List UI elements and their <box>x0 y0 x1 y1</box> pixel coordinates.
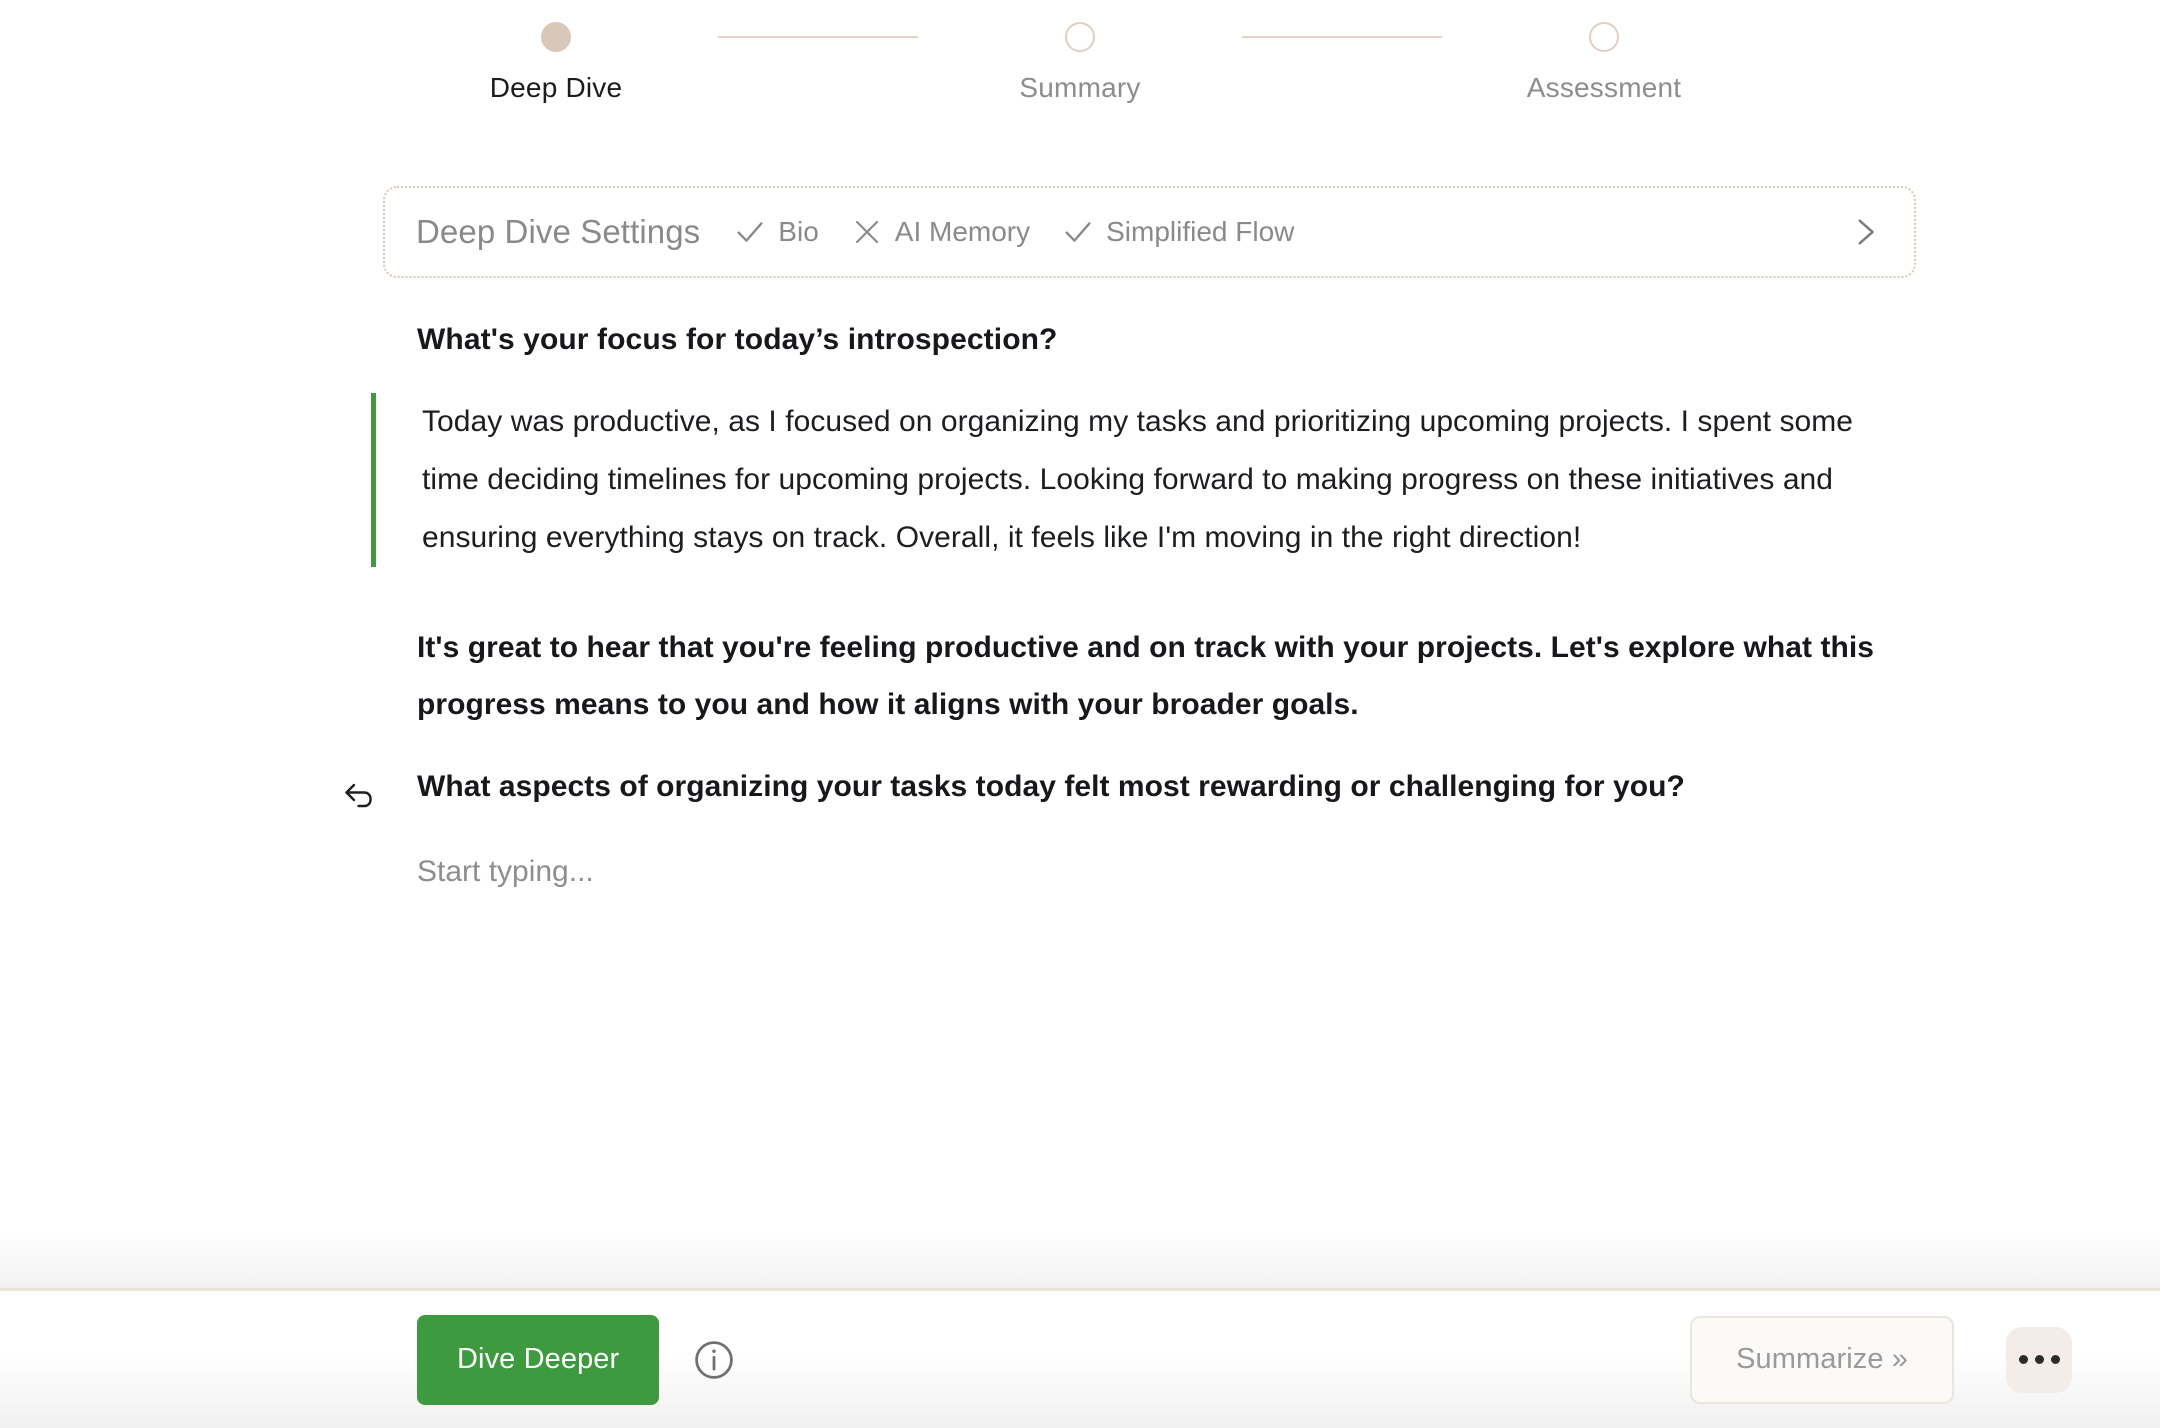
journal-entry-text: Today was productive, as I focused on or… <box>422 405 1854 554</box>
stepper-connector-1 <box>718 36 918 38</box>
page-title: What's your focus for today’s introspect… <box>417 323 1058 356</box>
more-dot <box>2034 1355 2044 1364</box>
stepper-connector-2 <box>1242 36 1442 38</box>
deep-dive-settings-bar[interactable]: Deep Dive Settings Bio AI Memory Simplif… <box>383 186 1916 278</box>
deep-dive-screen: Deep Dive Summary Assessment Deep Dive S… <box>0 0 2160 1428</box>
stepper-label-assessment: Assessment <box>1526 72 1682 103</box>
settings-flag-bio[interactable]: Bio <box>733 215 819 249</box>
bottom-bar-fade <box>0 1230 2160 1288</box>
info-circle-icon[interactable] <box>692 1338 736 1382</box>
bottom-action-bar: Dive Deeper Summarize » <box>0 1291 2160 1428</box>
response-input[interactable]: Start typing... <box>417 852 1887 912</box>
followup-question-text: What aspects of organizing your tasks to… <box>417 770 1685 803</box>
reply-arrow-icon <box>340 774 380 814</box>
progress-stepper: Deep Dive Summary Assessment <box>0 22 2160 104</box>
settings-flag-label-bio: Bio <box>778 216 819 247</box>
followup-question-row: What aspects of organizing your tasks to… <box>340 767 1900 814</box>
ai-reply-text: It's great to hear that you're feeling p… <box>417 631 1874 721</box>
journal-entry: Today was productive, as I focused on or… <box>371 393 1916 567</box>
settings-flag-simplified-flow[interactable]: Simplified Flow <box>1061 215 1294 249</box>
settings-title: Deep Dive Settings <box>416 213 701 250</box>
settings-flag-list: Bio AI Memory Simplified Flow <box>733 215 1844 249</box>
more-dot <box>2050 1355 2060 1364</box>
bottom-bar-right-group: Summarize » <box>1690 1315 2160 1404</box>
stepper-label-deep-dive: Deep Dive <box>489 72 623 103</box>
summarize-button[interactable]: Summarize » <box>1690 1315 1954 1404</box>
check-icon <box>1061 215 1095 249</box>
stepper-dot-assessment <box>1589 22 1619 52</box>
stepper-dot-summary <box>1065 22 1095 52</box>
stepper-step-deep-dive[interactable]: Deep Dive <box>394 22 718 104</box>
settings-flag-label-ai-memory: AI Memory <box>894 216 1031 247</box>
stepper-dot-deep-dive <box>541 22 571 52</box>
conversation-content: What's your focus for today’s introspect… <box>0 320 2160 912</box>
chevron-right-icon[interactable] <box>1844 212 1884 252</box>
more-horizontal-icon[interactable] <box>2006 1326 2072 1393</box>
stepper-step-summary[interactable]: Summary <box>918 22 1242 104</box>
dive-deeper-button[interactable]: Dive Deeper <box>417 1314 660 1405</box>
stepper-step-assessment[interactable]: Assessment <box>1442 22 1766 104</box>
settings-flag-ai-memory[interactable]: AI Memory <box>850 215 1030 249</box>
stepper-label-summary: Summary <box>1019 72 1141 103</box>
more-dot <box>2018 1355 2028 1364</box>
close-icon <box>850 215 884 249</box>
check-icon <box>733 215 767 249</box>
settings-flag-label-simplified-flow: Simplified Flow <box>1106 216 1295 247</box>
